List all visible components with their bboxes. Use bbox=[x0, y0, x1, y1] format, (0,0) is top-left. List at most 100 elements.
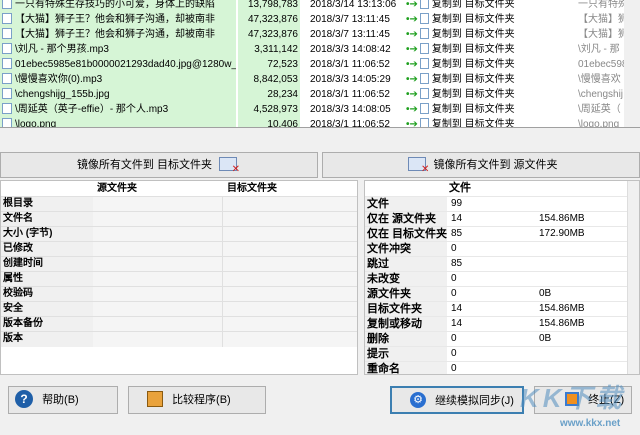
stat-label: 复制或移动 bbox=[365, 317, 447, 332]
stat-count: 0 bbox=[451, 243, 457, 254]
stat-size: 0B bbox=[539, 333, 552, 344]
file-icon bbox=[419, 13, 429, 24]
stat-size bbox=[537, 362, 627, 374]
detail-source-value bbox=[93, 332, 223, 347]
arrow-right-icon: •➔ bbox=[406, 104, 418, 115]
file-row[interactable]: \周延英（英子-effie）- 那个人.mp3 4,528,973 2018/3/3… bbox=[0, 102, 640, 118]
file-list[interactable]: 一只有特殊生存技巧的小可爱，身体上的缺陷 13,798,783 2018/3/14 … bbox=[0, 0, 640, 128]
stat-count: 0 bbox=[451, 333, 457, 344]
file-date: 2018/3/1 11:06:52 bbox=[302, 57, 400, 73]
file-name: \周延英（英子-effie）- 那个人.mp3 bbox=[15, 104, 169, 115]
file-size: 10,406 bbox=[238, 117, 300, 127]
file-icon bbox=[419, 28, 429, 39]
file-name: \chengshijg_155b.jpg bbox=[15, 89, 110, 100]
file-name-cell: \logo.png bbox=[0, 117, 236, 127]
stat-size bbox=[537, 197, 627, 212]
continue-label: 继续模拟同步(J) bbox=[435, 395, 514, 407]
stat-row: 文件 99 bbox=[365, 196, 639, 212]
file-row[interactable]: \chengshijg_155b.jpg 28,234 2018/3/1 11:06… bbox=[0, 87, 640, 103]
arrow-right-icon: •➔ bbox=[406, 59, 418, 70]
file-date: 2018/3/3 14:08:05 bbox=[302, 102, 400, 118]
stat-size bbox=[537, 347, 627, 362]
detail-label: 安全 bbox=[1, 302, 93, 317]
file-action: 复制到 目标文件夹 bbox=[431, 0, 515, 10]
file-icon bbox=[2, 103, 12, 114]
file-action-cell: •➔ 复制到 目标文件夹 bbox=[402, 42, 570, 58]
file-icon bbox=[2, 58, 12, 69]
arrow-right-icon: •➔ bbox=[406, 14, 418, 25]
stat-count: 99 bbox=[451, 198, 463, 209]
stat-count: 14 bbox=[451, 318, 463, 329]
stat-label: 文件 bbox=[365, 197, 447, 212]
file-icon bbox=[2, 73, 12, 84]
file-icon bbox=[2, 88, 12, 99]
stat-count: 14 bbox=[451, 213, 463, 224]
arrow-right-icon: •➔ bbox=[406, 0, 418, 10]
file-name-cell: 01ebec5985e81b0000021293dad40.jpg@1280w_ bbox=[0, 57, 236, 73]
stat-row: 源文件夹 0 0B bbox=[365, 286, 639, 302]
file-size: 8,842,053 bbox=[238, 72, 300, 88]
file-action-cell: •➔ 复制到 目标文件夹 bbox=[402, 117, 570, 127]
file-icon bbox=[2, 43, 12, 54]
file-action: 复制到 目标文件夹 bbox=[431, 104, 515, 115]
file-name: 01ebec5985e81b0000021293dad40.jpg@1280w_ bbox=[15, 59, 236, 70]
file-row[interactable]: \慢慢喜欢你(0).mp3 8,842,053 2018/3/3 14:05:29 •… bbox=[0, 72, 640, 88]
stat-row: 目标文件夹 14 154.86MB bbox=[365, 301, 639, 317]
compare-program-button[interactable]: 比较程序(B) bbox=[128, 386, 266, 414]
stat-label: 删除 bbox=[365, 332, 447, 347]
arrow-right-icon: •➔ bbox=[406, 89, 418, 100]
file-list-scrollbar[interactable] bbox=[624, 0, 640, 127]
file-date: 2018/3/7 13:11:45 bbox=[302, 27, 400, 43]
file-row[interactable]: 【大猫】狮子王？他会和狮子沟通，却被南非 47,323,876 2018/3/7 1… bbox=[0, 27, 640, 43]
detail-target-value bbox=[223, 272, 357, 287]
stats-scrollbar[interactable] bbox=[627, 181, 639, 374]
sync-stats-grid[interactable]: 文件 文件 99 仅在 源文件夹 14 154.86MB 仅在 目标文件夹 85 172.90… bbox=[364, 180, 640, 375]
file-icon bbox=[419, 103, 429, 114]
file-action-cell: •➔ 复制到 目标文件夹 bbox=[402, 87, 570, 103]
stat-row: 重命名 0 bbox=[365, 361, 639, 374]
continue-simulate-sync-button[interactable]: ⚙ 继续模拟同步(J) bbox=[390, 386, 524, 414]
file-size: 3,311,142 bbox=[238, 42, 300, 58]
detail-source-value bbox=[93, 257, 223, 272]
file-row[interactable]: \logo.png 10,406 2018/3/1 11:06:52 •➔ 复制到 目标… bbox=[0, 117, 640, 127]
mirror-folder-icon: ✕ bbox=[219, 157, 240, 175]
detail-label: 版本备份 bbox=[1, 317, 93, 332]
file-action-cell: •➔ 复制到 目标文件夹 bbox=[402, 12, 570, 28]
mirror-to-source-button[interactable]: ✕ 镜像所有文件到 源文件夹 bbox=[322, 152, 640, 178]
stat-label: 提示 bbox=[365, 347, 447, 362]
detail-target-value bbox=[223, 332, 357, 347]
stat-label: 跳过 bbox=[365, 257, 447, 272]
file-icon bbox=[2, 0, 12, 9]
target-column-header: 目标文件夹 bbox=[227, 183, 277, 194]
file-row[interactable]: 【大猫】狮子王？他会和狮子沟通，却被南非 47,323,876 2018/3/7 1… bbox=[0, 12, 640, 28]
file-icon bbox=[419, 43, 429, 54]
detail-target-value bbox=[223, 302, 357, 317]
detail-label: 文件名 bbox=[1, 212, 93, 227]
stat-row: 仅在 源文件夹 14 154.86MB bbox=[365, 211, 639, 227]
stat-size: 154.86MB bbox=[539, 318, 585, 329]
detail-target-value bbox=[223, 197, 357, 212]
file-row[interactable]: 01ebec5985e81b0000021293dad40.jpg@1280w_… bbox=[0, 57, 640, 73]
file-action-cell: •➔ 复制到 目标文件夹 bbox=[402, 27, 570, 43]
help-button[interactable]: ? 帮助(B) bbox=[8, 386, 118, 414]
detail-target-value bbox=[223, 287, 357, 302]
mirror-to-target-button[interactable]: 镜像所有文件到 目标文件夹 ✕ bbox=[0, 152, 318, 178]
detail-source-value bbox=[93, 302, 223, 317]
detail-row: 属性 bbox=[1, 271, 357, 287]
detail-source-value bbox=[93, 287, 223, 302]
stat-size: 154.86MB bbox=[539, 303, 585, 314]
detail-target-value bbox=[223, 227, 357, 242]
help-label: 帮助(B) bbox=[42, 394, 79, 406]
file-icon bbox=[419, 58, 429, 69]
file-action: 复制到 目标文件夹 bbox=[431, 89, 515, 100]
detail-target-value bbox=[223, 242, 357, 257]
detail-source-value bbox=[93, 317, 223, 332]
stat-size bbox=[537, 272, 627, 287]
stat-row: 仅在 目标文件夹 85 172.90MB bbox=[365, 226, 639, 242]
stat-size: 154.86MB bbox=[539, 213, 585, 224]
file-details-grid[interactable]: 源文件夹 目标文件夹 根目录 文件名 大小 (字节) 已修改 创建时间 属性 校验码 安全 版本… bbox=[0, 180, 358, 375]
file-name-cell: \刘凡 - 那个男孩.mp3 bbox=[0, 42, 236, 58]
file-size: 47,323,876 bbox=[238, 27, 300, 43]
detail-label: 已修改 bbox=[1, 242, 93, 257]
file-row[interactable]: \刘凡 - 那个男孩.mp3 3,311,142 2018/3/3 14:08:42… bbox=[0, 42, 640, 58]
